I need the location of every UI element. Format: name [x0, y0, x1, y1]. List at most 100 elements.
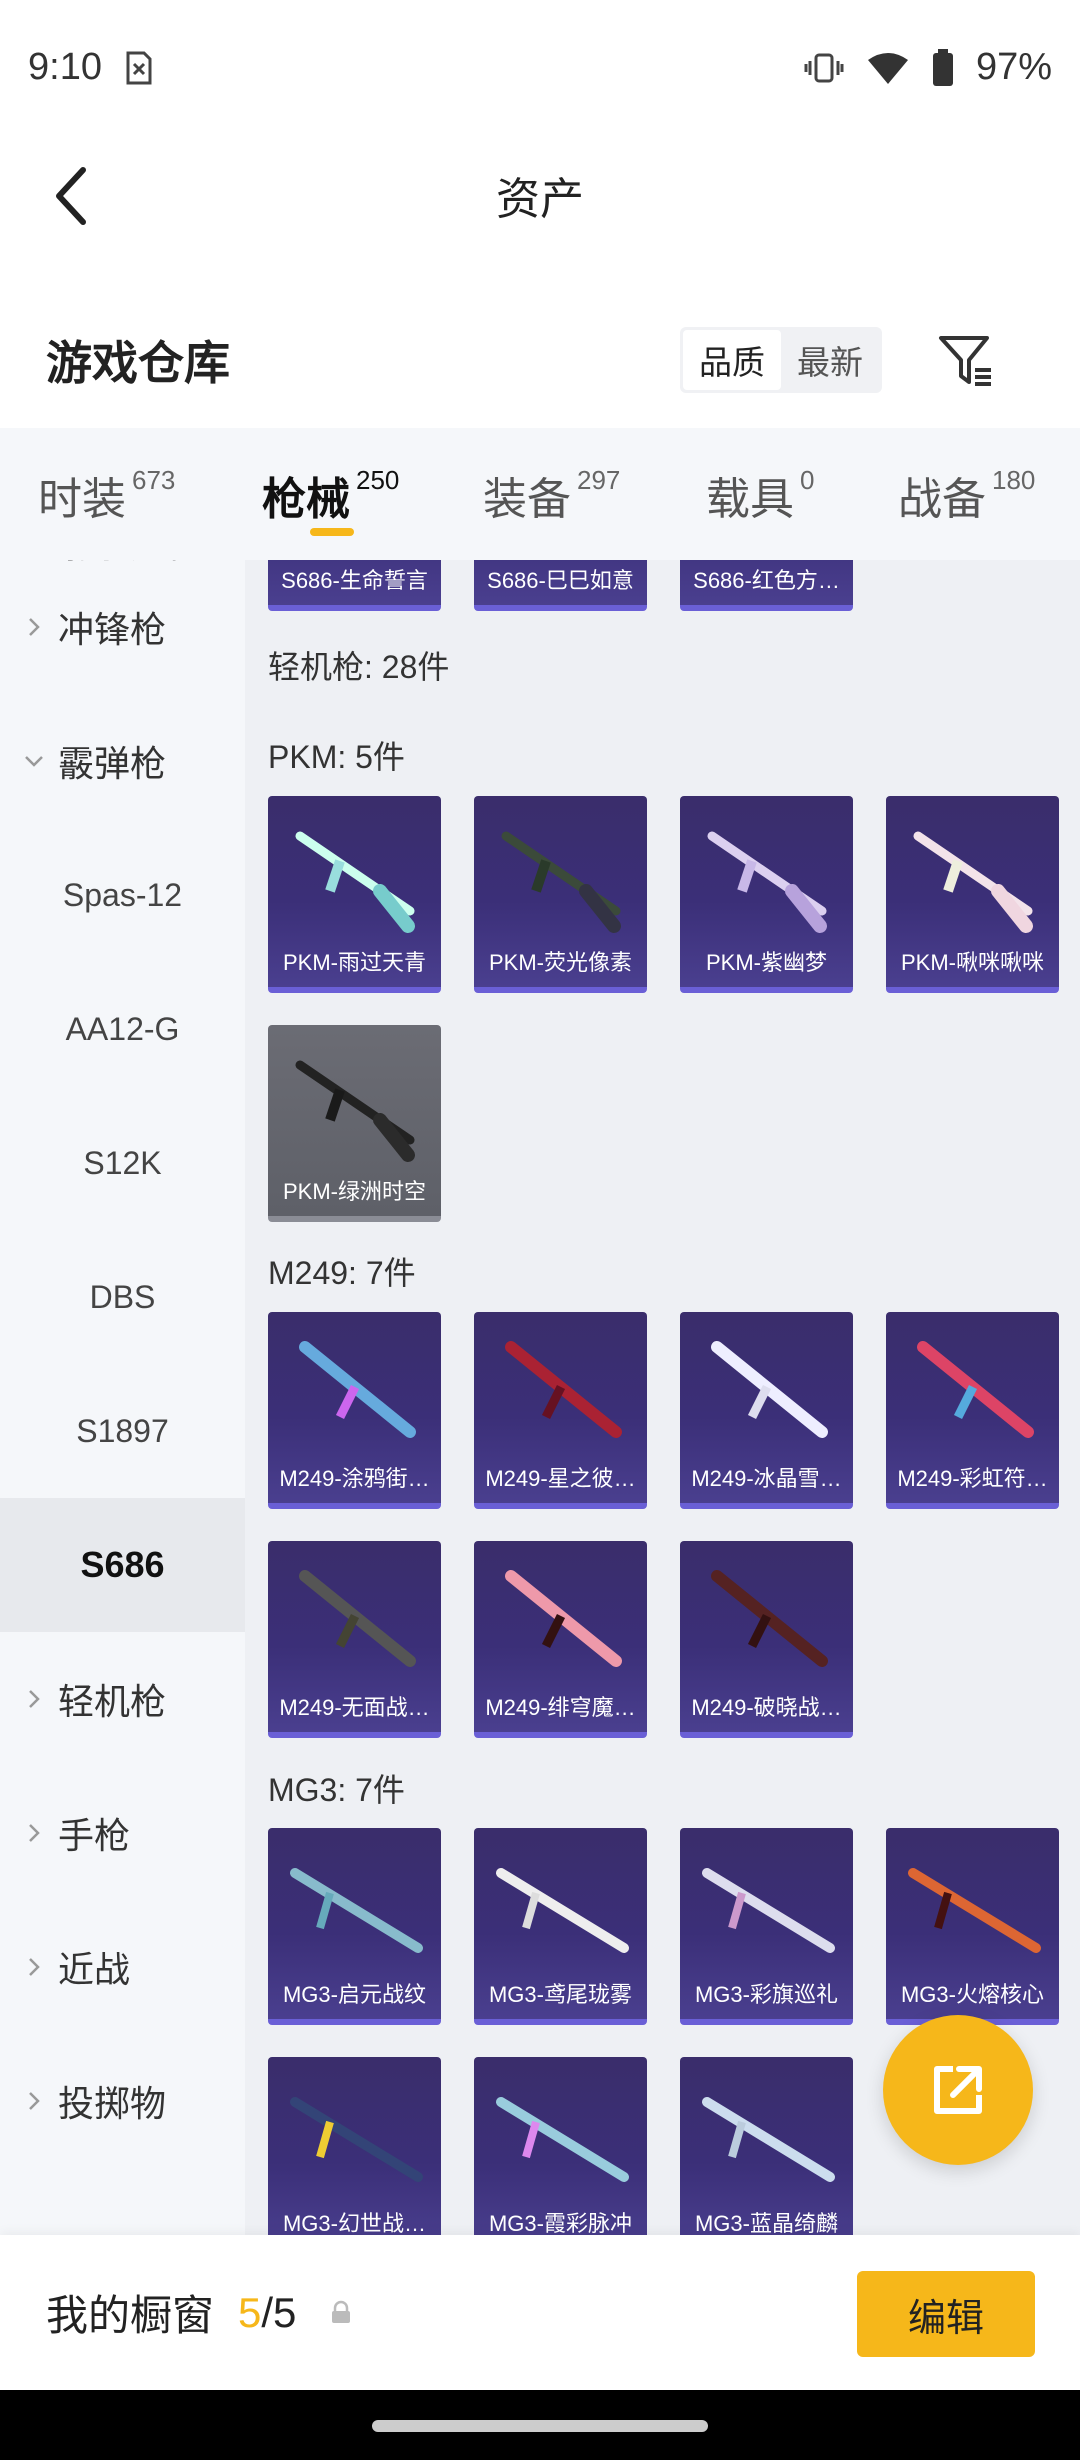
- section-pkm-count: PKM: 5件: [268, 739, 405, 775]
- tab-equipment[interactable]: 装备 297: [483, 463, 620, 527]
- status-bar: 9:10 97%: [0, 0, 1080, 135]
- skin-card[interactable]: M249-冰晶雪…: [680, 1312, 853, 1509]
- sort-newest-button[interactable]: 最新: [781, 330, 879, 390]
- sidebar-item-label: AA12-G: [65, 1010, 180, 1047]
- sidebar-item-melee[interactable]: 近战: [0, 1900, 245, 2034]
- skin-card-label: PKM-啾咪啾咪: [900, 950, 1044, 975]
- home-gesture-handle[interactable]: [372, 2420, 708, 2432]
- tab-tactical[interactable]: 战备 180: [898, 463, 1035, 527]
- skin-card[interactable]: M249-无面战…: [268, 1541, 441, 1738]
- gun-image: [505, 1570, 622, 1667]
- tab-fashion[interactable]: 时装 673: [38, 463, 175, 527]
- back-button[interactable]: [36, 161, 106, 231]
- sort-toggle: 品质 最新: [680, 327, 882, 393]
- sidebar-item-label: S686: [80, 1544, 165, 1585]
- skin-card[interactable]: PKM-荧光像素: [474, 796, 647, 993]
- skin-card-label: MG3-启元战纹: [282, 1982, 426, 2007]
- gun-image: [505, 1341, 622, 1438]
- sidebar-item-label: S12K: [83, 1144, 162, 1181]
- showcase-count: 5/5: [238, 2289, 296, 2337]
- skin-card[interactable]: S686-巳巳如意: [474, 560, 647, 611]
- edit-button[interactable]: 编辑: [857, 2271, 1035, 2357]
- skin-card[interactable]: PKM-紫幽梦: [680, 796, 853, 993]
- skin-card-label: S686-红色方…: [693, 568, 840, 593]
- skin-card[interactable]: MG3-彩旗巡礼: [680, 1828, 853, 2025]
- chevron-right-icon: [29, 1690, 40, 1708]
- sidebar-item-aa12g[interactable]: AA12-G: [0, 962, 245, 1096]
- skin-card[interactable]: M249-涂鸦街…: [268, 1312, 441, 1509]
- sidebar-item-label: DBS: [89, 1278, 156, 1315]
- skin-card[interactable]: MG3-幻世战…: [268, 2057, 441, 2235]
- skin-card[interactable]: PKM-啾咪啾咪: [886, 796, 1059, 993]
- gun-image: [295, 1060, 415, 1162]
- sidebar-item-shotgun[interactable]: 霰弹枪: [0, 694, 245, 828]
- system-nav-bar: [0, 2390, 1080, 2460]
- page-header: 资产: [0, 135, 1080, 255]
- tab-vehicles[interactable]: 载具 0: [706, 463, 814, 527]
- skin-card[interactable]: PKM-绿洲时空: [268, 1025, 441, 1222]
- sidebar-item-s686[interactable]: S686: [0, 1498, 245, 1632]
- skin-card[interactable]: S686-生命誓言: [268, 560, 441, 611]
- tab-count: 673: [132, 465, 176, 495]
- skin-card-label: PKM-雨过天青: [282, 950, 426, 975]
- skin-card[interactable]: MG3-蓝晶绮麟: [680, 2057, 853, 2235]
- skin-card-label: M249-冰晶雪…: [691, 1466, 842, 1491]
- filter-button[interactable]: [930, 325, 1000, 395]
- sidebar-item-pistol[interactable]: 手枪: [0, 1766, 245, 1900]
- skin-card[interactable]: S686-红色方…: [680, 560, 853, 611]
- gun-image: [496, 1868, 629, 1953]
- sidebar-item-label: 手枪: [58, 1815, 131, 1856]
- skin-card[interactable]: PKM-雨过天青: [268, 796, 441, 993]
- skin-card[interactable]: MG3-鸢尾珑雾: [474, 1828, 647, 2025]
- skin-card[interactable]: MG3-启元战纹: [268, 1828, 441, 2025]
- sidebar-item-spas12[interactable]: Spas-12: [0, 828, 245, 962]
- tab-label: 战备: [898, 475, 986, 524]
- back-arrow-icon: [56, 167, 86, 225]
- sidebar-item-label: 近战: [58, 1949, 131, 1990]
- gun-image: [501, 831, 621, 933]
- sidebar-item-s12k[interactable]: S12K: [0, 1096, 245, 1230]
- sidebar-item-smg[interactable]: 冲锋枪: [0, 560, 245, 694]
- skin-card[interactable]: M249-彩虹符…: [886, 1312, 1059, 1509]
- skin-card[interactable]: MG3-霞彩脉冲: [474, 2057, 647, 2235]
- skin-card[interactable]: M249-绯穹魔…: [474, 1541, 647, 1738]
- sidebar-item-lmg[interactable]: 轻机枪: [0, 1632, 245, 1766]
- warehouse-title: 游戏仓库: [46, 337, 230, 389]
- sidebar-item-label: Spas-12: [62, 876, 183, 913]
- warehouse-row: 游戏仓库 品质 最新: [0, 300, 1080, 420]
- skin-card-label: MG3-霞彩脉冲: [488, 2211, 632, 2235]
- skin-card[interactable]: M249-破晓战…: [680, 1541, 853, 1738]
- weapon-skin-grid: S686-生命誓言 S686-巳巳如意 S686-红色方… 轻机枪: 28件 P…: [245, 560, 1080, 2235]
- sidebar-item-label: 冲锋枪: [58, 609, 167, 650]
- section-mg3-count: MG3: 7件: [268, 1772, 405, 1808]
- filter-icon: [939, 336, 991, 386]
- sidebar-item-throwable[interactable]: 投掷物: [0, 2034, 245, 2168]
- status-left: 9:10: [28, 46, 154, 89]
- skin-card-label: MG3-火熔核心: [900, 1982, 1044, 2007]
- chevron-right-icon: [29, 2092, 40, 2110]
- share-fab-button[interactable]: [883, 2015, 1033, 2165]
- skin-card-label: MG3-鸢尾珑雾: [488, 1982, 632, 2007]
- skin-card-label: S686-生命誓言: [281, 568, 428, 593]
- sort-quality-button[interactable]: 品质: [683, 330, 781, 390]
- skin-card-label: M249-星之彼…: [485, 1466, 636, 1491]
- active-tab-indicator: [310, 528, 354, 536]
- skin-card[interactable]: MG3-火熔核心: [886, 1828, 1059, 2025]
- sidebar-item-dbs[interactable]: DBS: [0, 1230, 245, 1364]
- skin-card[interactable]: M249-星之彼…: [474, 1312, 647, 1509]
- tab-guns[interactable]: 枪械 250: [262, 463, 399, 527]
- skin-card-label: MG3-蓝晶绮麟: [694, 2211, 838, 2235]
- tab-label: 枪械: [262, 475, 350, 524]
- chevron-down-icon: [25, 756, 43, 767]
- tab-count: 180: [992, 465, 1036, 495]
- skin-card-label: MG3-幻世战…: [282, 2211, 426, 2235]
- external-link-icon: [934, 2066, 982, 2114]
- skin-card-label: M249-涂鸦街…: [279, 1466, 430, 1491]
- gun-image: [707, 831, 827, 933]
- showcase-title: 我的橱窗: [46, 2292, 215, 2339]
- status-time: 9:10: [28, 46, 102, 88]
- gun-image: [290, 1868, 423, 1953]
- sidebar-item-label: S1897: [76, 1412, 169, 1449]
- section-lmg-count: 轻机枪: 28件: [268, 649, 450, 685]
- sidebar-item-s1897[interactable]: S1897: [0, 1364, 245, 1498]
